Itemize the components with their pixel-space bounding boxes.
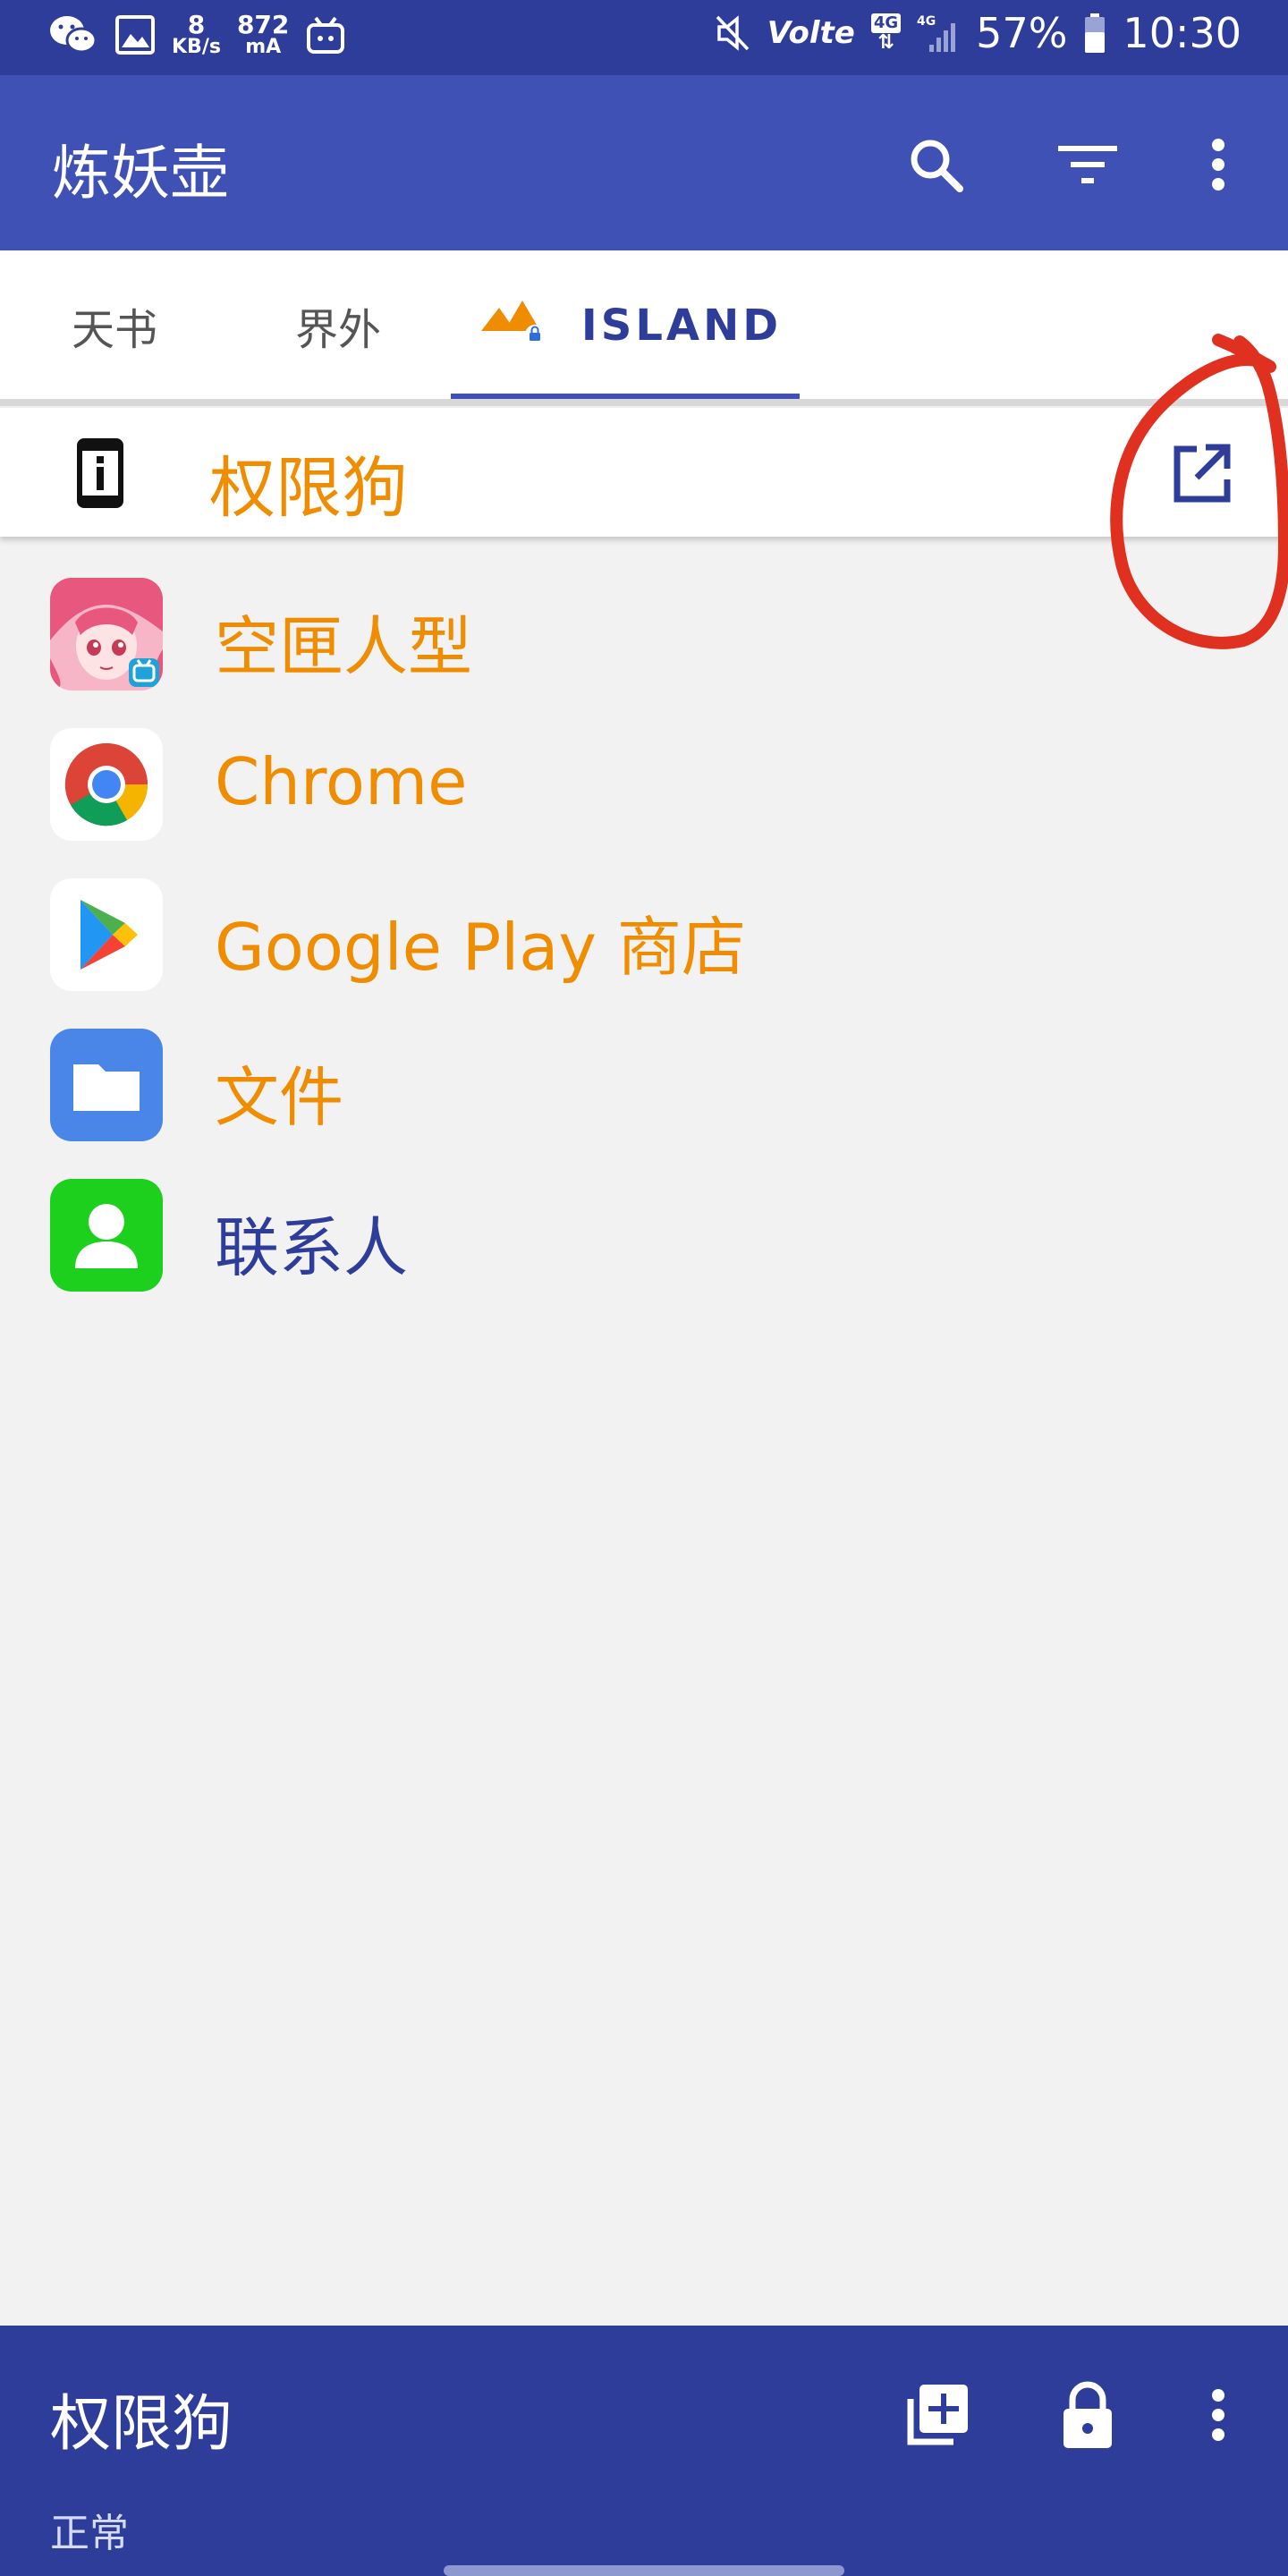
bottom-title: 权限狗 (50, 2389, 233, 2460)
current-draw: 872 mA (237, 13, 289, 57)
battery-percent: 57% (976, 9, 1068, 57)
app-title: 炼妖壶 (52, 139, 229, 208)
tab-label: ISLAND (580, 301, 783, 351)
add-to-library-icon[interactable] (900, 2377, 975, 2453)
network-type: 4G ⇅ (870, 13, 902, 53)
contacts-icon (50, 1179, 163, 1292)
mute-icon (716, 13, 751, 53)
tab-label: 界外 (294, 305, 381, 355)
island-mountains-icon (479, 295, 551, 356)
chrome-icon (50, 728, 163, 841)
gallery-icon (114, 14, 156, 55)
bottom-status: 正常 (50, 2511, 129, 2556)
lock-icon[interactable] (1050, 2377, 1125, 2453)
list-item[interactable]: 文件 (0, 1002, 1288, 1152)
bottom-sheet: 权限狗 正常 (0, 2326, 1288, 2576)
phone-info-icon (75, 436, 125, 513)
list-item[interactable]: 联系人 (0, 1152, 1288, 1302)
signal-icon: 4G (917, 13, 960, 54)
list-item[interactable]: Chrome (0, 701, 1288, 852)
network-type-b: 4G (917, 14, 936, 29)
bottom-sheet-handle[interactable] (444, 2565, 844, 2576)
tv-icon (305, 14, 346, 55)
selected-app-label: 权限狗 (209, 450, 408, 527)
status-bar-right: Volte 4G ⇅ 4G 57% 10:30 (716, 9, 1241, 57)
tab-tianshu[interactable]: 天书 (36, 250, 193, 401)
network-type-a: 4G (870, 13, 902, 33)
anime-girl-app-icon (50, 578, 163, 691)
status-bar-left: 8 KB/s 872 mA (48, 13, 346, 57)
net-speed: 8 KB/s (172, 13, 221, 57)
app-label: 空匣人型 (215, 609, 473, 684)
app-label: Google Play 商店 (215, 910, 746, 985)
tab-jiewai[interactable]: 界外 (259, 250, 417, 401)
tab-island[interactable]: ISLAND (474, 250, 787, 401)
net-speed-value: 8 (187, 10, 206, 39)
status-bar: 8 KB/s 872 mA Volte 4G ⇅ 4G 57% 10:30 (0, 0, 1288, 75)
google-play-icon (50, 878, 163, 991)
app-label: 文件 (215, 1060, 344, 1135)
app-label: Chrome (215, 744, 468, 819)
more-vert-icon[interactable] (1184, 131, 1252, 199)
current-value: 872 (236, 10, 290, 39)
app-bar: 炼妖壶 (0, 75, 1288, 250)
battery-icon (1083, 13, 1106, 54)
clock: 10:30 (1123, 9, 1241, 57)
search-icon[interactable] (902, 131, 970, 199)
files-folder-icon (50, 1029, 163, 1141)
filter-icon[interactable] (1054, 131, 1122, 199)
net-speed-unit: KB/s (172, 36, 221, 58)
more-vert-icon[interactable] (1181, 2377, 1256, 2453)
volte-indicator: Volte (767, 15, 855, 51)
current-unit: mA (245, 36, 282, 58)
tab-label: 天书 (71, 305, 157, 355)
wechat-icon (48, 13, 98, 57)
list-item[interactable]: Google Play 商店 (0, 852, 1288, 1002)
app-label: 联系人 (215, 1210, 409, 1285)
annotation-circle (1110, 334, 1288, 649)
